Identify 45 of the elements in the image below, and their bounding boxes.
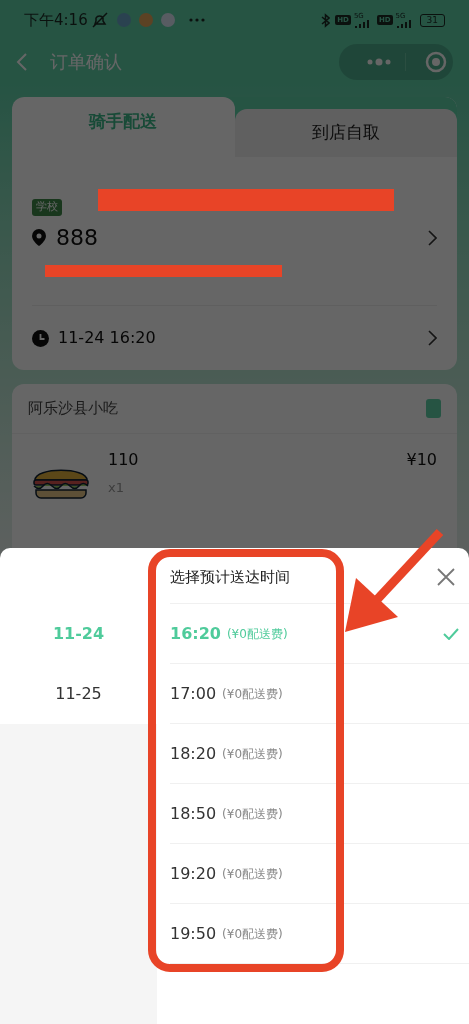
delivery-time: 11-24 16:20 (58, 327, 156, 349)
signal-icon (353, 20, 372, 28)
chevron-right-icon (428, 229, 437, 246)
mute-icon (90, 12, 109, 28)
chevron-right-icon (428, 330, 437, 346)
time-slot[interactable]: 19:20 (¥0配送费) (170, 844, 469, 904)
more-dots-icon (188, 18, 205, 22)
picker-title: 选择预计送达时间 (170, 567, 290, 588)
close-icon[interactable] (437, 568, 455, 586)
more-icon[interactable] (367, 57, 391, 66)
status-time: 下午4:16 (24, 9, 88, 31)
slot-time: 19:50 (170, 922, 217, 945)
battery-indicator: 31 (419, 13, 445, 27)
location-pin-icon (32, 229, 46, 246)
slot-fee: (¥0配送费) (222, 745, 283, 763)
slot-time: 17:00 (170, 682, 217, 705)
app-icon (138, 13, 153, 27)
slot-time: 18:50 (170, 802, 217, 825)
item-name: 110 (108, 449, 139, 471)
back-icon[interactable] (16, 52, 27, 71)
slot-fee: (¥0配送费) (226, 625, 288, 643)
check-icon (443, 627, 459, 640)
bluetooth-icon (321, 12, 331, 28)
slot-fee: (¥0配送费) (222, 865, 283, 883)
slot-fee: (¥0配送费) (222, 925, 283, 943)
time-slot[interactable]: 18:20 (¥0配送费) (170, 724, 469, 784)
capsule-menu[interactable] (339, 43, 453, 80)
slot-time: 16:20 (170, 622, 221, 645)
clock-icon (32, 329, 49, 347)
time-slot[interactable]: 17:00 (¥0配送费) (170, 664, 469, 724)
time-slot[interactable]: 18:50 (¥0配送费) (170, 784, 469, 844)
shop-name: 阿乐沙县小吃 (28, 398, 118, 420)
signal-icon (395, 20, 414, 28)
shop-badge-icon (426, 399, 441, 418)
time-slot[interactable]: 19:50 (¥0配送费) (170, 904, 469, 964)
close-target-icon[interactable] (425, 50, 447, 73)
address-name: 888 (56, 224, 98, 252)
slot-fee: (¥0配送费) (222, 685, 283, 703)
slot-time: 19:20 (170, 862, 217, 885)
address-tag: 学校 (32, 199, 62, 216)
app-icon (160, 13, 175, 27)
slot-fee: (¥0配送费) (222, 805, 283, 823)
item-price: ¥10 (406, 449, 437, 471)
page-title: 订单确认 (50, 50, 122, 74)
slot-time: 18:20 (170, 742, 217, 765)
